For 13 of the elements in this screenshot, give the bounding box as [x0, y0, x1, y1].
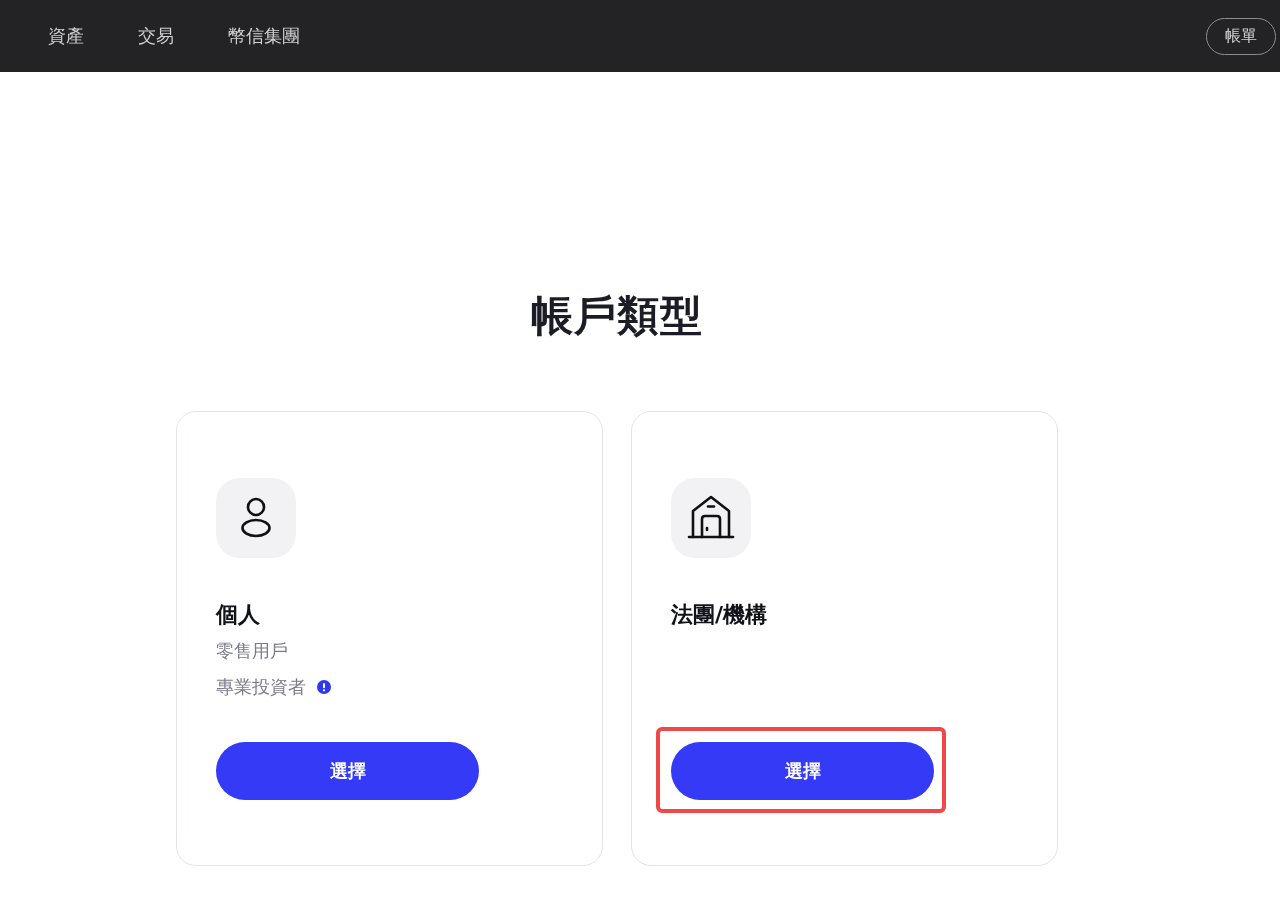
person-icon: [216, 478, 296, 558]
nav-link[interactable]: 交易: [138, 24, 174, 48]
exclamation-icon[interactable]: [317, 680, 331, 694]
account-subtype-text: 零售用戶: [216, 639, 288, 663]
house-icon: [671, 478, 751, 558]
nav-link[interactable]: 資產: [48, 24, 84, 48]
card-title: 法團/機構: [671, 601, 768, 629]
card-title: 個人: [216, 601, 260, 629]
select-button[interactable]: 選擇: [671, 742, 934, 800]
page-title: 帳戶類型: [531, 290, 703, 342]
account-subtype-text: 專業投資者: [216, 675, 306, 699]
select-button[interactable]: 選擇: [216, 742, 479, 800]
nav-link[interactable]: 幣信集團: [228, 24, 300, 48]
